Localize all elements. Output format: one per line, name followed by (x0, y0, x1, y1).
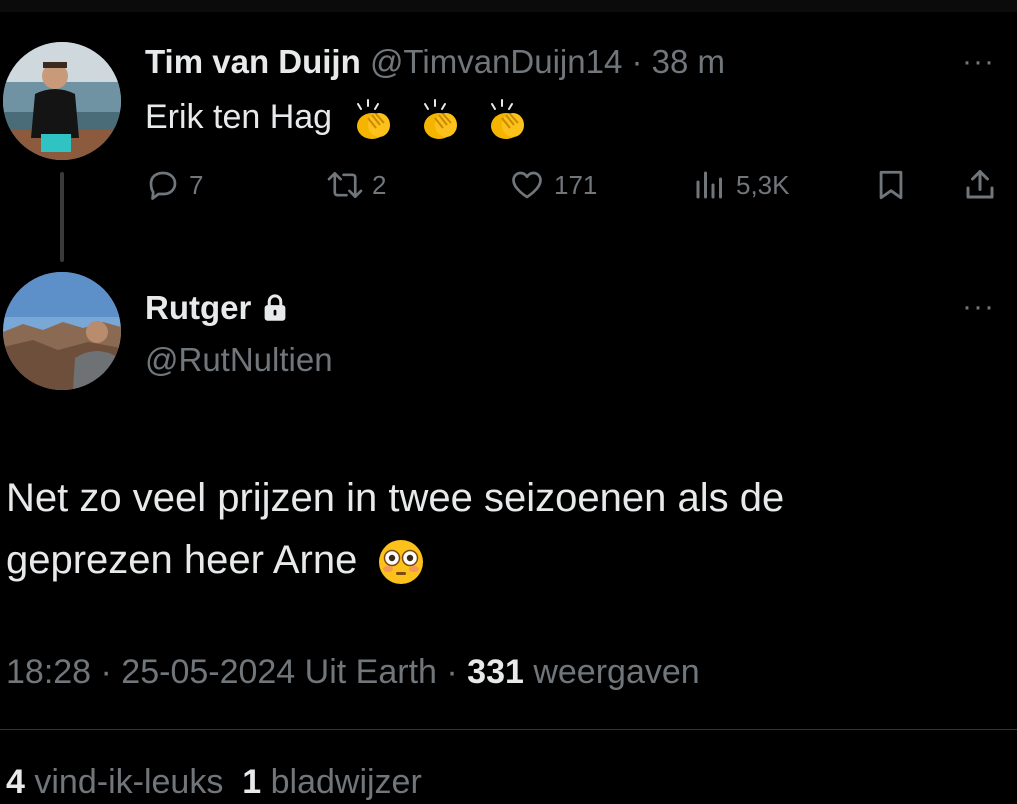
avatar-rutger[interactable] (3, 272, 121, 390)
share-icon (966, 170, 994, 199)
views-total: 331 (467, 653, 524, 691)
clapping-emoji-group (348, 96, 541, 142)
more-options-icon[interactable]: ··· (962, 47, 995, 77)
flushed-face-icon (378, 540, 423, 585)
retweet-button[interactable]: 2 (326, 165, 386, 205)
bookmark-button[interactable] (874, 165, 916, 205)
meta-separator: · (436, 653, 468, 691)
lock-icon (264, 294, 286, 321)
bookmarks-label: bladwijzer (270, 763, 422, 801)
clapping-hands-icon (424, 99, 457, 140)
bookmark-icon (879, 170, 903, 200)
reply-author-name[interactable]: Rutger (145, 288, 251, 328)
author-handle[interactable]: @TimvanDuijn14 (370, 43, 622, 80)
more-options-icon[interactable]: ··· (962, 292, 995, 322)
reply-count: 7 (189, 169, 204, 200)
reply-tweet-text: Net zo veel prijzen in twee seizoenen al… (6, 467, 784, 591)
header-separator: · (631, 43, 643, 80)
thread-line (60, 172, 64, 262)
likes-label: vind-ik-leuks (34, 763, 224, 801)
reply-button[interactable]: 7 (145, 165, 203, 205)
avatar-tim[interactable] (3, 42, 121, 160)
clapping-hands-icon (356, 99, 390, 140)
share-button[interactable] (962, 165, 1006, 205)
reply-text-line-2-row: geprezen heer Arne (6, 529, 784, 591)
reply-author-name-row: Rutger (145, 288, 289, 328)
divider (0, 729, 1017, 730)
parent-tweet-body: Erik ten Hag (145, 98, 333, 136)
views-chart-icon (696, 171, 722, 199)
author-name[interactable]: Tim van Duijn (145, 43, 361, 80)
parent-tweet-header: Tim van Duijn @TimvanDuijn14 · 38 m (145, 42, 725, 82)
likes-total: 4 (6, 763, 25, 801)
views-count: 5,3K (736, 169, 790, 200)
bookmarks-total: 1 (242, 763, 262, 801)
reply-meta: 18:28 · 25-05-2024 Uit Earth · 331 weerg… (6, 650, 700, 694)
likes-stat[interactable]: 4 vind-ik-leuks (6, 763, 223, 801)
parent-tweet-text: Erik ten Hag (145, 95, 540, 142)
reply-text-line-2: geprezen heer Arne (6, 538, 358, 582)
heart-icon (512, 171, 542, 199)
views-label: weergaven (533, 653, 700, 691)
views-button[interactable]: 5,3K (692, 165, 790, 205)
like-button[interactable]: 171 (508, 165, 597, 205)
reply-text-line-1: Net zo veel prijzen in twee seizoenen al… (6, 476, 785, 520)
retweet-icon (327, 171, 363, 199)
clapping-hands-icon (491, 99, 525, 140)
reply-icon (149, 171, 177, 200)
bookmarks-stat[interactable]: 1 bladwijzer (242, 763, 422, 801)
tweet-screenshot: Tim van Duijn @TimvanDuijn14 · 38 m ··· … (0, 0, 1017, 804)
reply-author-handle[interactable]: @RutNultien (145, 340, 333, 380)
reply-stats: 4 vind-ik-leuks 1 bladwijzer (6, 760, 422, 804)
reply-timestamp[interactable]: 18:28 · 25-05-2024 Uit Earth (6, 653, 437, 691)
retweet-count: 2 (372, 169, 387, 200)
like-count: 171 (554, 169, 598, 200)
top-border (0, 0, 1017, 12)
tweet-time[interactable]: 38 m (652, 43, 725, 80)
